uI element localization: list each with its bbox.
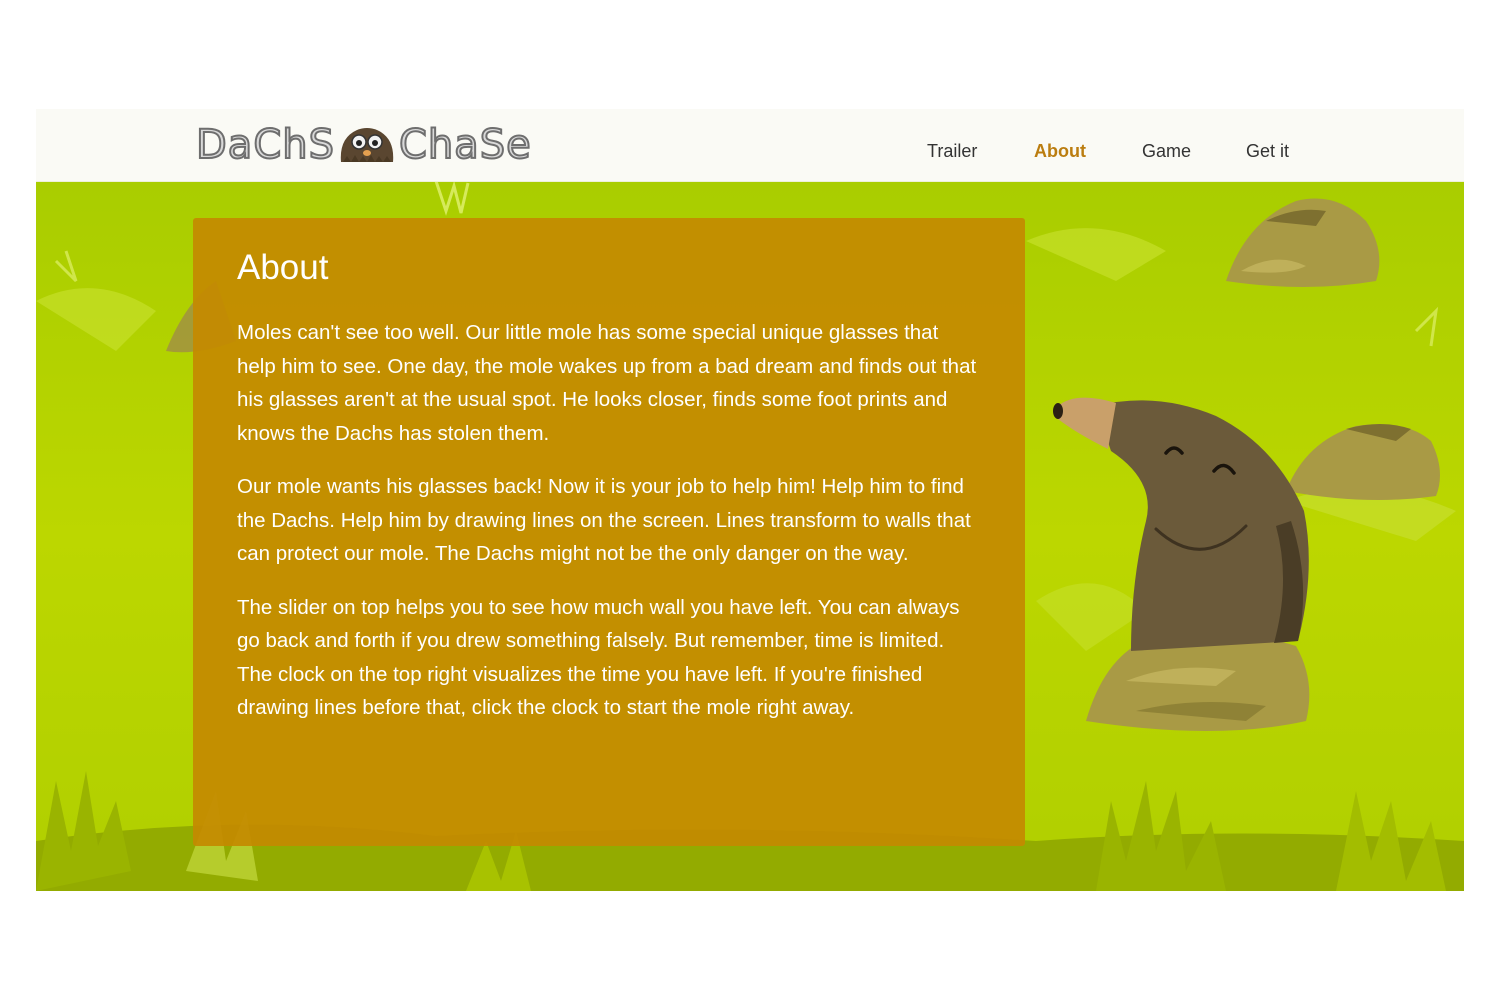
nav-game[interactable]: Game (1142, 141, 1191, 162)
about-title: About (237, 248, 329, 287)
nav-about[interactable]: About (1034, 141, 1086, 162)
nav-get-it[interactable]: Get it (1246, 141, 1289, 162)
nav-trailer[interactable]: Trailer (927, 141, 977, 162)
about-panel: About Moles can't see too well. Our litt… (193, 218, 1025, 846)
about-paragraph-2: Our mole wants his glasses back! Now it … (237, 475, 971, 565)
main-nav: Trailer About Game Get it (36, 141, 1464, 165)
top-navbar: DaChS ChaSe Trailer About Game Get it (36, 109, 1464, 182)
about-paragraph-3: The slider on top helps you to see how m… (237, 595, 960, 720)
page-frame: DaChS ChaSe Trailer About Game Get it Ab… (36, 109, 1464, 891)
about-paragraph-1: Moles can't see too well. Our little mol… (237, 321, 977, 445)
